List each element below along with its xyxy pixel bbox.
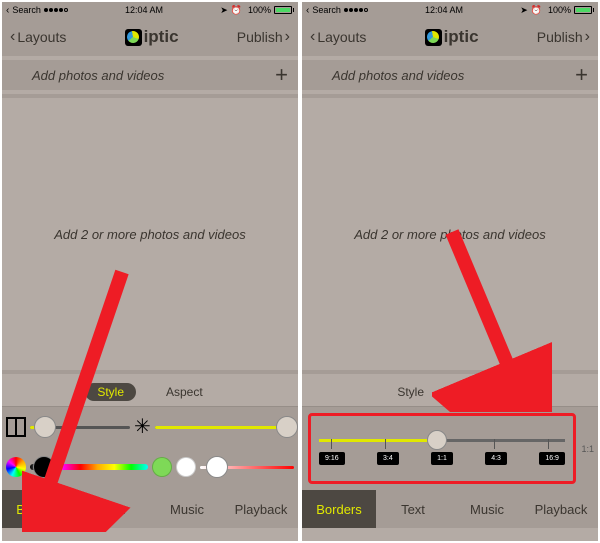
aspect-slider[interactable]: [319, 439, 565, 442]
bottom-tabs: Borders Text Music Playback: [302, 490, 598, 528]
signal-dots-icon: [44, 8, 68, 12]
nav-bar: ‹ Layouts iptic Publish ›: [2, 18, 298, 56]
brightness-slider[interactable]: [155, 426, 294, 429]
tab-text[interactable]: Text: [76, 490, 150, 528]
tab-borders[interactable]: Borders: [302, 490, 376, 528]
diptic-icon: [425, 29, 442, 46]
canvas-hint: Add 2 or more photos and videos: [54, 227, 246, 242]
color-wheel-icon[interactable]: [6, 457, 26, 477]
white-swatch-icon: [176, 457, 196, 477]
ratio-16-9[interactable]: 16:9: [539, 452, 565, 465]
status-bar: ‹ Search 12:04 AM ➤ ⏰ ⑕ 100%: [2, 2, 298, 18]
add-media-label: Add photos and videos: [332, 68, 464, 83]
signal-dots-icon: [344, 8, 368, 12]
status-bar: ‹ Search 12:04 AM ➤ ⏰ ⑕ 100%: [302, 2, 598, 18]
mode-pill-row: Style Aspect: [2, 378, 298, 406]
aspect-highlight-box: 9:16 3:4 1:1 4:3 16:9: [308, 413, 576, 484]
tab-playback[interactable]: Playback: [524, 490, 598, 528]
tint-slider[interactable]: [200, 466, 294, 469]
tab-playback[interactable]: Playback: [224, 490, 298, 528]
status-time: 12:04 AM: [125, 5, 163, 15]
mode-pill-row: Style Aspect: [302, 378, 598, 406]
alarm-icon: ⏰: [231, 5, 242, 16]
alarm-icon: ⏰: [531, 5, 542, 16]
app-logo: iptic: [425, 27, 479, 47]
aspect-slider-thumb[interactable]: [427, 430, 447, 450]
brightness-icon: ✳: [134, 417, 151, 437]
aspect-pill[interactable]: Aspect: [454, 383, 515, 401]
ratio-3-4[interactable]: 3:4: [377, 452, 399, 465]
ratio-labels: 9:16 3:4 1:1 4:3 16:9: [319, 452, 565, 465]
tab-music[interactable]: Music: [150, 490, 224, 528]
battery-icon: [574, 6, 594, 14]
back-caret-icon: ‹: [306, 5, 309, 16]
location-icon: ➤: [520, 5, 528, 16]
location-icon: ➤: [220, 5, 228, 16]
aspect-pill[interactable]: Aspect: [154, 383, 215, 401]
tab-text[interactable]: Text: [376, 490, 450, 528]
style-pill[interactable]: Style: [85, 383, 136, 401]
canvas-area[interactable]: Add 2 or more photos and videos: [2, 94, 298, 374]
ratio-1-1[interactable]: 1:1: [431, 452, 453, 465]
canvas-area[interactable]: Add 2 or more photos and videos: [302, 94, 598, 374]
ratio-4-3[interactable]: 4:3: [485, 452, 507, 465]
aspect-controls: 9:16 3:4 1:1 4:3 16:9 1:1: [302, 406, 598, 490]
add-media-header[interactable]: Add photos and videos +: [2, 60, 298, 90]
add-media-header[interactable]: Add photos and videos +: [302, 60, 598, 90]
status-time: 12:04 AM: [425, 5, 463, 15]
app-name: iptic: [444, 27, 479, 47]
border-width-slider[interactable]: [30, 426, 130, 429]
screenshot-left: ‹ Search 12:04 AM ➤ ⏰ ⑕ 100% ‹ Layouts i…: [0, 0, 300, 543]
chevron-left-icon: ‹: [310, 29, 315, 45]
app-logo: iptic: [125, 27, 179, 47]
nav-back-button[interactable]: ‹ Layouts: [310, 29, 366, 45]
chevron-right-icon: ›: [585, 29, 590, 45]
nav-left-label: Layouts: [317, 29, 366, 45]
back-caret-icon: ‹: [6, 5, 9, 16]
nav-right-label: Publish: [537, 29, 583, 45]
nav-publish-button[interactable]: Publish ›: [537, 29, 590, 45]
color-slider[interactable]: [30, 464, 148, 470]
style-controls: ✳: [2, 406, 298, 490]
screenshot-right: ‹ Search 12:04 AM ➤ ⏰ ⑕ 100% ‹ Layouts i…: [300, 0, 600, 543]
status-back-label[interactable]: Search: [312, 5, 341, 15]
tab-music[interactable]: Music: [450, 490, 524, 528]
chevron-left-icon: ‹: [10, 29, 15, 45]
battery-icon: [274, 6, 294, 14]
aspect-readout: 1:1: [581, 444, 594, 454]
nav-publish-button[interactable]: Publish ›: [237, 29, 290, 45]
border-width-icon: [6, 417, 26, 437]
nav-left-label: Layouts: [17, 29, 66, 45]
app-name: iptic: [144, 27, 179, 47]
status-back-label[interactable]: Search: [12, 5, 41, 15]
plus-icon: +: [275, 62, 288, 88]
green-swatch-icon: [152, 457, 172, 477]
nav-back-button[interactable]: ‹ Layouts: [10, 29, 66, 45]
battery-pct: 100%: [548, 5, 571, 15]
diptic-icon: [125, 29, 142, 46]
plus-icon: +: [575, 62, 588, 88]
canvas-hint: Add 2 or more photos and videos: [354, 227, 546, 242]
ratio-9-16[interactable]: 9:16: [319, 452, 345, 465]
bottom-tabs: Borders Text Music Playback: [2, 490, 298, 528]
chevron-right-icon: ›: [285, 29, 290, 45]
nav-right-label: Publish: [237, 29, 283, 45]
tab-borders[interactable]: Borders: [2, 490, 76, 528]
add-media-label: Add photos and videos: [32, 68, 164, 83]
style-pill[interactable]: Style: [385, 383, 436, 401]
battery-pct: 100%: [248, 5, 271, 15]
nav-bar: ‹ Layouts iptic Publish ›: [302, 18, 598, 56]
